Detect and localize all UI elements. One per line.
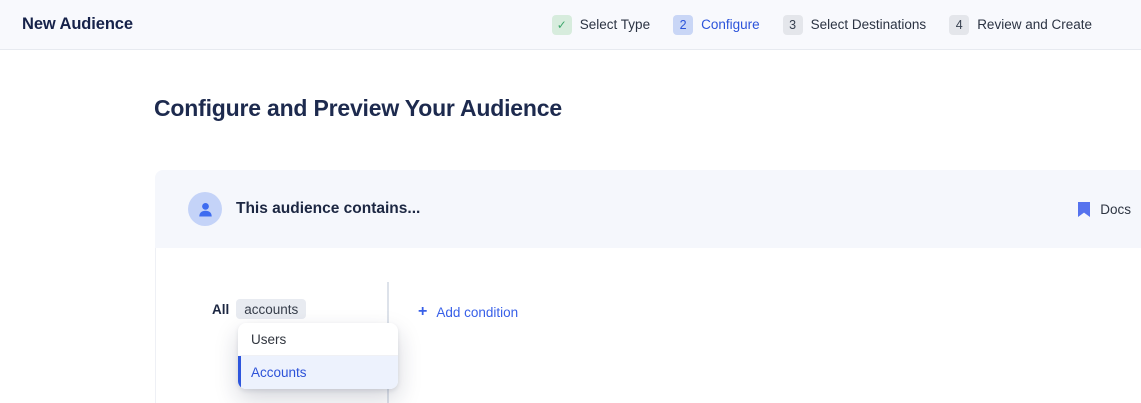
step-select-destinations[interactable]: 3 Select Destinations xyxy=(783,15,927,35)
step-review-and-create[interactable]: 4 Review and Create xyxy=(949,15,1092,35)
step-label: Select Type xyxy=(580,17,650,32)
scope-type-dropdown-trigger[interactable]: accounts xyxy=(236,299,306,319)
top-bar: New Audience ✓ Select Type 2 Configure 3… xyxy=(0,0,1141,50)
step-number-badge: 3 xyxy=(783,15,803,35)
new-audience-screen: New Audience ✓ Select Type 2 Configure 3… xyxy=(0,0,1141,403)
dropdown-option-users[interactable]: Users xyxy=(238,323,398,356)
wizard-stepper: ✓ Select Type 2 Configure 3 Select Desti… xyxy=(552,15,1092,35)
docs-link[interactable]: Docs xyxy=(1078,202,1131,217)
scope-label: All xyxy=(212,302,229,317)
step-configure[interactable]: 2 Configure xyxy=(673,15,760,35)
panel-header: This audience contains... Docs xyxy=(155,170,1141,248)
add-condition-button[interactable]: + Add condition xyxy=(418,304,518,320)
person-icon xyxy=(197,201,214,218)
page-title: New Audience xyxy=(22,15,133,34)
check-icon: ✓ xyxy=(552,15,572,35)
docs-label: Docs xyxy=(1100,202,1131,217)
audience-avatar xyxy=(188,192,222,226)
step-label: Select Destinations xyxy=(811,17,927,32)
bookmark-icon xyxy=(1078,202,1090,217)
audience-panel: This audience contains... Docs All accou… xyxy=(155,170,1141,403)
audience-scope-row: All accounts xyxy=(212,299,306,319)
step-number-badge: 2 xyxy=(673,15,693,35)
section-heading: Configure and Preview Your Audience xyxy=(154,95,562,122)
step-label: Configure xyxy=(701,17,760,32)
add-condition-label: Add condition xyxy=(436,305,518,320)
step-select-type[interactable]: ✓ Select Type xyxy=(552,15,650,35)
dropdown-option-accounts[interactable]: Accounts xyxy=(238,356,398,389)
panel-title: This audience contains... xyxy=(236,200,420,218)
scope-type-dropdown-menu: Users Accounts xyxy=(238,323,398,389)
plus-icon: + xyxy=(418,304,427,320)
step-number-badge: 4 xyxy=(949,15,969,35)
step-label: Review and Create xyxy=(977,17,1092,32)
